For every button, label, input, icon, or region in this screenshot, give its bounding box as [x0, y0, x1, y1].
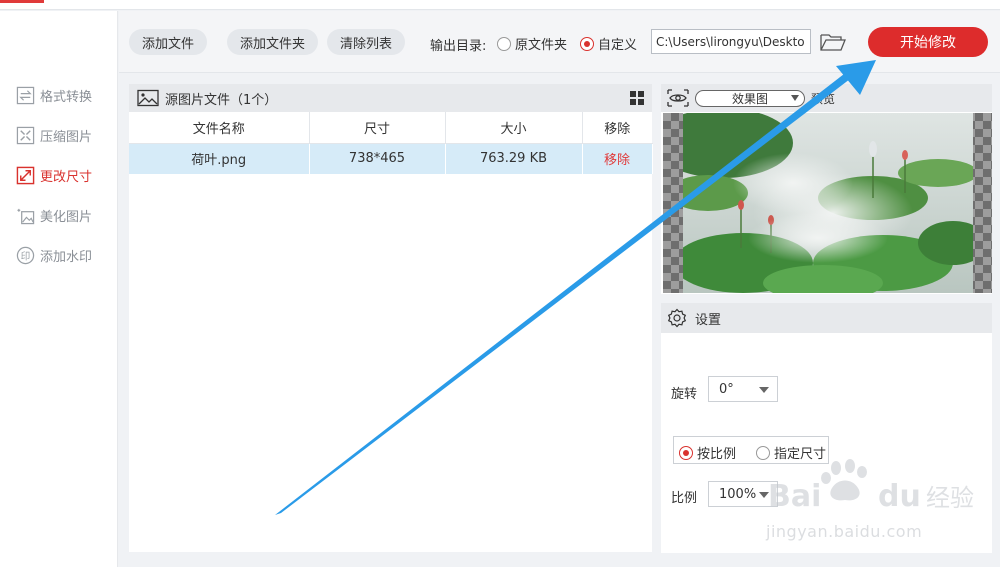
preview-mode-select[interactable]: 效果图: [695, 89, 805, 107]
sidebar: 格式转换 压缩图片 更改尺寸 美化图片 印 添加水印: [0, 11, 118, 567]
radio-by-ratio[interactable]: 按比例: [679, 443, 736, 462]
lotus-leaf-photo: [683, 113, 973, 293]
radio-circle: [497, 36, 511, 51]
toolbar: 添加文件 添加文件夹 清除列表 输出目录: 原文件夹 自定义 开始修改: [119, 11, 1000, 73]
top-strip: [0, 0, 1000, 10]
sidebar-item-watermark[interactable]: 印 添加水印: [16, 244, 92, 266]
settings-title: 设置: [695, 312, 722, 328]
sidebar-item-label: 压缩图片: [40, 129, 93, 145]
browse-folder-button[interactable]: [819, 30, 847, 54]
preview-image: [663, 113, 992, 293]
compress-icon: [16, 126, 35, 145]
column-header-filesize: 大小: [445, 112, 583, 144]
beautify-icon: [16, 206, 35, 225]
resize-icon: [16, 166, 35, 185]
sidebar-item-format-convert[interactable]: 格式转换: [16, 84, 92, 106]
folder-open-icon: [820, 34, 846, 51]
start-modify-button[interactable]: 开始修改: [868, 27, 988, 57]
cell-filename: 荷叶.png: [129, 143, 310, 174]
settings-header: 设置: [661, 303, 992, 333]
convert-icon: [16, 86, 35, 105]
radio-label: 原文件夹: [515, 38, 568, 53]
ratio-select[interactable]: 100%: [708, 481, 778, 507]
preview-header: 效果图 预览: [661, 84, 992, 112]
eye-icon: [667, 89, 689, 107]
radio-original-folder[interactable]: 原文件夹: [497, 34, 567, 53]
cell-filesize: 763.29 KB: [445, 143, 583, 174]
output-dir-label: 输出目录:: [430, 39, 487, 54]
table-row[interactable]: 荷叶.png 738*465 763.29 KB 移除: [129, 143, 653, 174]
radio-custom-folder[interactable]: 自定义: [580, 34, 637, 53]
main-area: 添加文件 添加文件夹 清除列表 输出目录: 原文件夹 自定义 开始修改 源图片文…: [119, 11, 1000, 567]
grid-view-icon[interactable]: [630, 91, 644, 105]
column-header-dimensions: 尺寸: [309, 112, 446, 144]
preview-mode-value: 效果图: [731, 91, 768, 106]
output-path-input[interactable]: [651, 29, 811, 54]
app-logo-fragment: [0, 0, 44, 3]
file-list-header: 源图片文件（1个）: [129, 84, 652, 112]
image-icon: [137, 89, 159, 107]
svg-text:印: 印: [21, 250, 31, 262]
sidebar-item-label: 美化图片: [40, 209, 93, 225]
settings-panel: 设置 旋转 0° 按比例 指定尺寸 比例 100%: [661, 303, 992, 553]
rotate-label: 旋转: [671, 387, 698, 402]
chevron-down-icon: [791, 94, 799, 101]
chevron-down-icon: [759, 492, 769, 498]
radio-by-size[interactable]: 指定尺寸: [756, 443, 826, 462]
sidebar-item-label: 更改尺寸: [40, 169, 93, 185]
preview-panel: 效果图 预览: [661, 84, 992, 294]
rotate-select[interactable]: 0°: [708, 376, 778, 402]
file-list-title: 源图片文件（1个）: [165, 92, 278, 108]
sidebar-item-label: 添加水印: [40, 249, 93, 265]
radio-label: 按比例: [697, 447, 737, 462]
radio-circle: [756, 445, 770, 460]
sidebar-item-beautify[interactable]: 美化图片: [16, 204, 92, 226]
radio-label: 自定义: [598, 38, 638, 53]
add-file-button[interactable]: 添加文件: [129, 29, 208, 55]
clear-list-button[interactable]: 清除列表: [327, 29, 406, 55]
sidebar-item-resize[interactable]: 更改尺寸: [16, 164, 92, 186]
ratio-value: 100%: [719, 486, 757, 502]
column-header-name: 文件名称: [129, 112, 310, 144]
chevron-down-icon: [759, 387, 769, 393]
resize-mode-group: 按比例 指定尺寸: [673, 436, 829, 464]
column-header-remove: 移除: [582, 112, 652, 144]
add-folder-button[interactable]: 添加文件夹: [227, 29, 319, 55]
sidebar-item-label: 格式转换: [40, 89, 93, 105]
file-table: 文件名称 尺寸 大小 移除 荷叶.png 738*465 763.29 KB 移…: [129, 112, 653, 174]
cell-dimensions: 738*465: [309, 143, 446, 174]
radio-circle: [580, 36, 594, 51]
rotate-value: 0°: [719, 381, 734, 397]
gear-icon: [667, 308, 687, 328]
remove-link[interactable]: 移除: [582, 143, 653, 174]
radio-circle: [679, 445, 693, 460]
ratio-label: 比例: [671, 491, 698, 506]
preview-label: 预览: [811, 91, 836, 106]
file-list-panel: 源图片文件（1个） 文件名称 尺寸 大小 移除 荷叶.png 738*465 7…: [129, 84, 653, 552]
sidebar-item-compress[interactable]: 压缩图片: [16, 124, 92, 146]
radio-label: 指定尺寸: [774, 447, 827, 462]
watermark-stamp-icon: 印: [16, 246, 35, 265]
